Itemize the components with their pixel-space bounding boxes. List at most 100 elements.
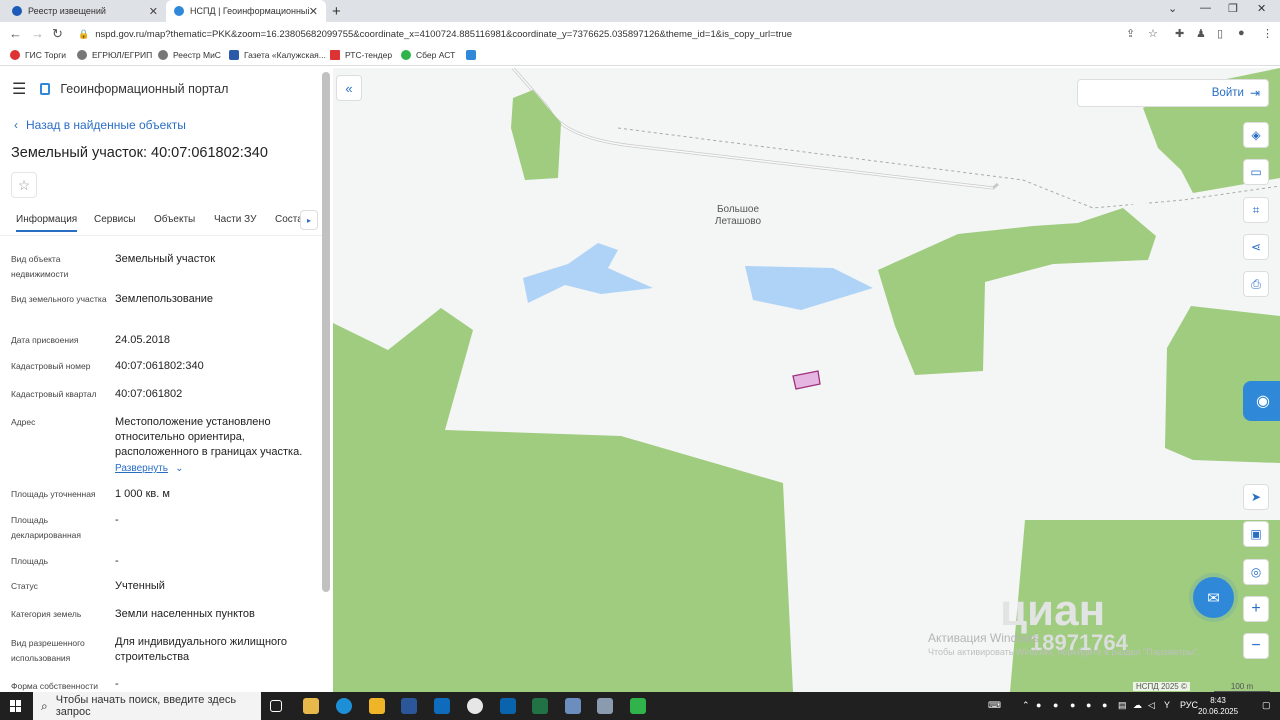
bookmark-rts[interactable]: РТС-тендер (330, 50, 392, 60)
layers-icon: ◈ (1251, 128, 1261, 142)
extension-icon[interactable]: ♟ (1196, 27, 1206, 40)
zoom-in-button[interactable]: + (1243, 596, 1269, 622)
outlook-icon[interactable] (500, 698, 516, 714)
bookmark-icon (10, 50, 20, 60)
tab-registry[interactable]: Реестр извещений ✕ (4, 0, 166, 22)
network-icon[interactable]: ▤ (1118, 700, 1127, 711)
volume-icon[interactable]: ◁ (1148, 700, 1155, 711)
yandex-icon[interactable]: Y (1164, 700, 1170, 710)
select-area-button[interactable]: ⌗ (1243, 197, 1269, 223)
property-label: Вид разрешенного использования (11, 638, 85, 663)
property-value: 24.05.2018 (115, 334, 171, 346)
geolocation-button[interactable]: ➤ (1243, 484, 1269, 510)
share-button[interactable]: ⋖ (1243, 234, 1269, 260)
minimize-icon[interactable]: — (1200, 2, 1211, 14)
chrome-icon[interactable] (467, 698, 483, 714)
bookmark-gis-torgi[interactable]: ГИС Торги (10, 50, 66, 60)
feedback-button[interactable]: ◉ (1243, 381, 1280, 421)
bookmark-nspd[interactable] (466, 50, 481, 60)
sidebar-icon[interactable]: ▯ (1217, 27, 1223, 40)
bookmark-gazeta[interactable]: Газета «Калужская... (229, 50, 326, 60)
clock[interactable]: 8:43 20.06.2025 (1198, 695, 1238, 717)
tab-composition[interactable]: Соста (275, 214, 303, 225)
bookmark-reestr-mis[interactable]: Реестр МиС (158, 50, 221, 60)
bookmark-star-icon[interactable]: ☆ (1148, 27, 1158, 40)
forward-arrow-icon[interactable]: → (31, 26, 44, 41)
zoom-out-button[interactable]: − (1243, 633, 1269, 659)
windows-start-icon[interactable] (10, 700, 22, 712)
url-field[interactable]: 🔒 nspd.gov.ru/map?thematic=PKK&zoom=16.2… (78, 25, 1168, 43)
tray-app-icon[interactable]: ● (1053, 700, 1058, 710)
collapse-panel-button[interactable]: « (336, 75, 362, 101)
tab-objects[interactable]: Объекты (154, 214, 195, 225)
favorite-star-icon[interactable]: ☆ (11, 172, 37, 198)
word-icon[interactable] (401, 698, 417, 714)
lock-icon: 🔒 (78, 28, 90, 39)
menu-dots-icon[interactable]: ⋮ (1262, 27, 1273, 40)
tray-app-icon[interactable]: ● (1036, 700, 1041, 710)
road (511, 68, 999, 190)
minus-icon: − (1251, 637, 1261, 654)
back-arrow-icon[interactable]: ← (9, 26, 22, 41)
expand-address-link[interactable]: Развернуть ⌄ (115, 461, 320, 476)
task-view-icon[interactable] (270, 700, 282, 712)
back-to-results-link[interactable]: ‹ Назад в найденные объекты (14, 118, 186, 132)
ruler-icon: ▭ (1250, 165, 1262, 179)
language-indicator[interactable]: РУС (1180, 700, 1198, 710)
tab-nspd[interactable]: НСПД | Геоинформационный п ✕ (166, 0, 326, 22)
share-icon[interactable]: ⇪ (1126, 27, 1135, 40)
panel-scrollbar[interactable] (322, 72, 330, 592)
expand-link-label: Развернуть (115, 463, 169, 474)
restore-icon[interactable]: ❐ (1228, 2, 1238, 15)
property-label: Форма собственности (11, 681, 98, 691)
windows-taskbar: ⌕ Чтобы начать поиск, введите здесь запр… (0, 692, 1280, 720)
app-icon[interactable] (597, 698, 613, 714)
keyboard-icon[interactable]: ⌨ (988, 700, 1001, 711)
home-app-icon[interactable] (630, 698, 646, 714)
property-value: Земельный участок (115, 253, 216, 265)
notifications-icon[interactable]: ▢ (1262, 700, 1271, 711)
file-explorer-icon[interactable] (303, 698, 319, 714)
mail-icon[interactable] (434, 698, 450, 714)
tray-chevron-icon[interactable]: ⌃ (1022, 700, 1030, 711)
edge-icon[interactable] (336, 698, 352, 714)
measure-button[interactable]: ▭ (1243, 159, 1269, 185)
map-canvas[interactable] (333, 68, 1280, 692)
hamburger-menu-icon[interactable]: ☰ (12, 79, 26, 99)
tab-information[interactable]: Информация (16, 214, 78, 232)
tray-app-icon[interactable]: ● (1070, 700, 1075, 710)
minimap-button[interactable]: ▣ (1243, 521, 1269, 547)
bookmarks-bar: ГИС Торги ЕГРЮЛ/ЕГРИП Реестр МиС Газета … (0, 46, 1280, 66)
store-icon[interactable] (369, 698, 385, 714)
close-window-icon[interactable]: ✕ (1257, 2, 1266, 15)
close-tab-icon[interactable]: ✕ (309, 5, 318, 18)
extensions-icon[interactable]: ✚ (1175, 27, 1184, 40)
calculator-icon[interactable] (565, 698, 581, 714)
chat-button[interactable]: ✉ (1193, 577, 1234, 618)
panel-tabs: Информация Сервисы Объекты Части ЗУ Сост… (0, 210, 322, 236)
cloud-icon[interactable]: ☁ (1133, 700, 1142, 711)
tabs-scroll-right-icon[interactable]: ▸ (300, 210, 318, 230)
layers-button[interactable]: ◈ (1243, 122, 1269, 148)
excel-icon[interactable] (532, 698, 548, 714)
property-label: Вид земельного участка (11, 294, 107, 304)
tray-app-icon[interactable]: ● (1086, 700, 1091, 710)
locate-button[interactable]: ◎ (1243, 559, 1269, 585)
bookmark-sber-ast[interactable]: Сбер АСТ (401, 50, 455, 60)
property-value: Земли населенных пунктов (115, 608, 255, 620)
profile-icon[interactable]: ● (1238, 27, 1245, 39)
chevron-down-icon[interactable]: ⌄ (1168, 2, 1177, 15)
tray-app-icon[interactable]: ● (1102, 700, 1107, 710)
bookmark-egrul[interactable]: ЕГРЮЛ/ЕГРИП (77, 50, 152, 60)
clock-date: 20.06.2025 (1198, 707, 1239, 716)
print-button[interactable]: ⎙ (1243, 271, 1269, 297)
water-body (745, 266, 873, 310)
taskbar-search-input[interactable]: ⌕ Чтобы начать поиск, введите здесь запр… (33, 692, 261, 720)
back-link-label: Назад в найденные объекты (26, 118, 186, 132)
close-tab-icon[interactable]: ✕ (149, 5, 158, 18)
login-button[interactable]: Войти ⇥ (1077, 79, 1269, 107)
tab-parts[interactable]: Части ЗУ (214, 214, 256, 225)
new-tab-icon[interactable]: + (332, 3, 341, 20)
reload-icon[interactable]: ↻ (52, 26, 63, 42)
tab-services[interactable]: Сервисы (94, 214, 135, 225)
